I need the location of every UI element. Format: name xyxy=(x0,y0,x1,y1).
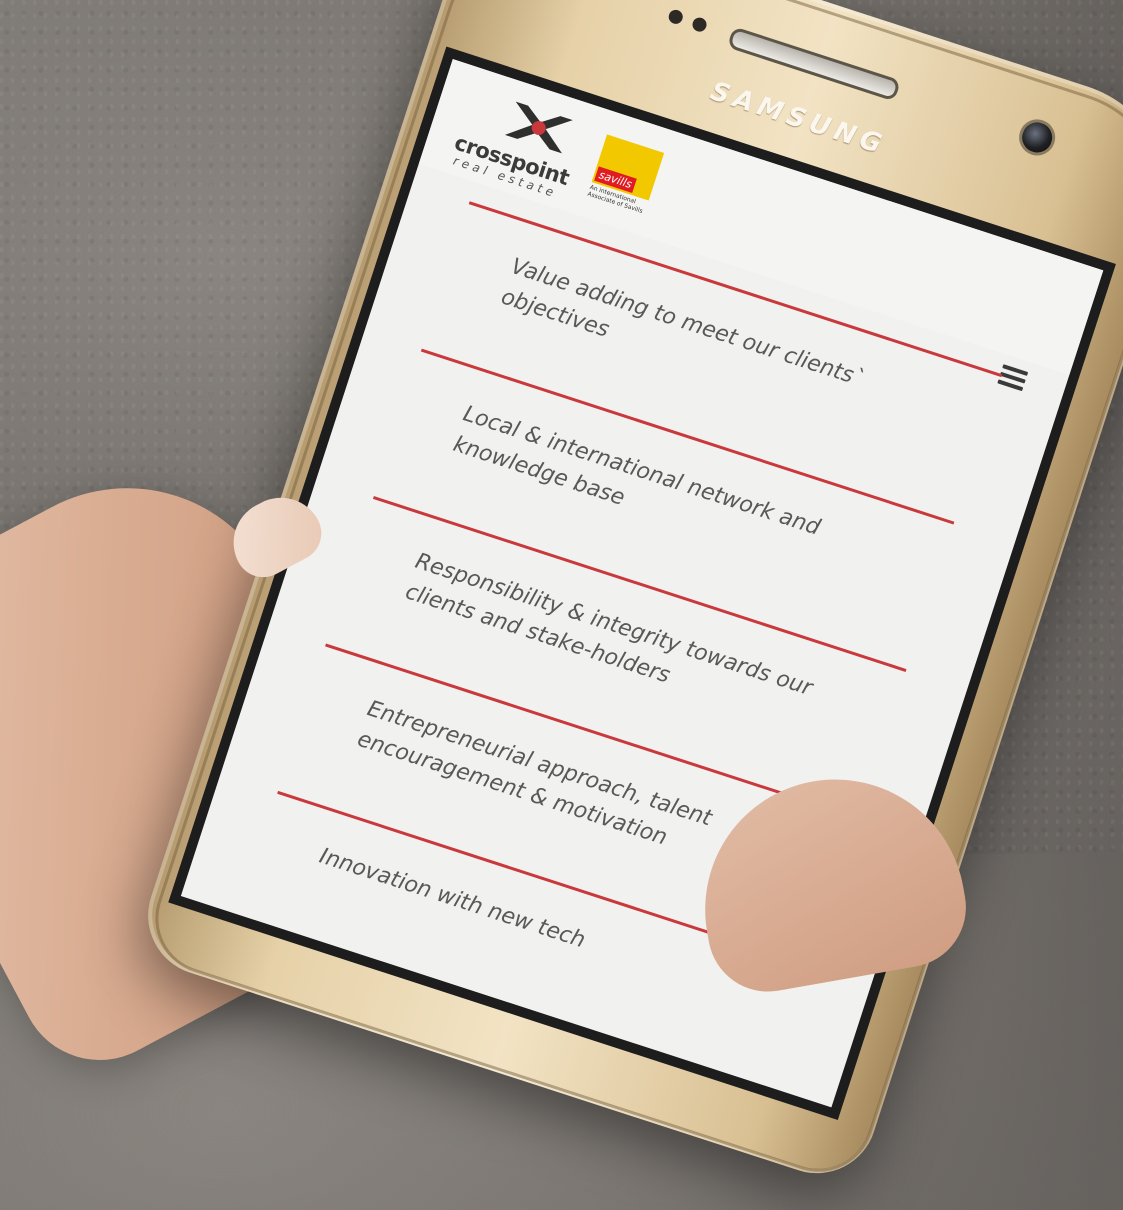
savills-logo[interactable]: savills An international Associate of Sa… xyxy=(587,134,665,215)
web-page: crosspoint real estate savills An intern… xyxy=(180,59,1104,1108)
crosspoint-logo[interactable]: crosspoint real estate xyxy=(448,89,587,202)
hamburger-icon[interactable] xyxy=(997,364,1029,392)
